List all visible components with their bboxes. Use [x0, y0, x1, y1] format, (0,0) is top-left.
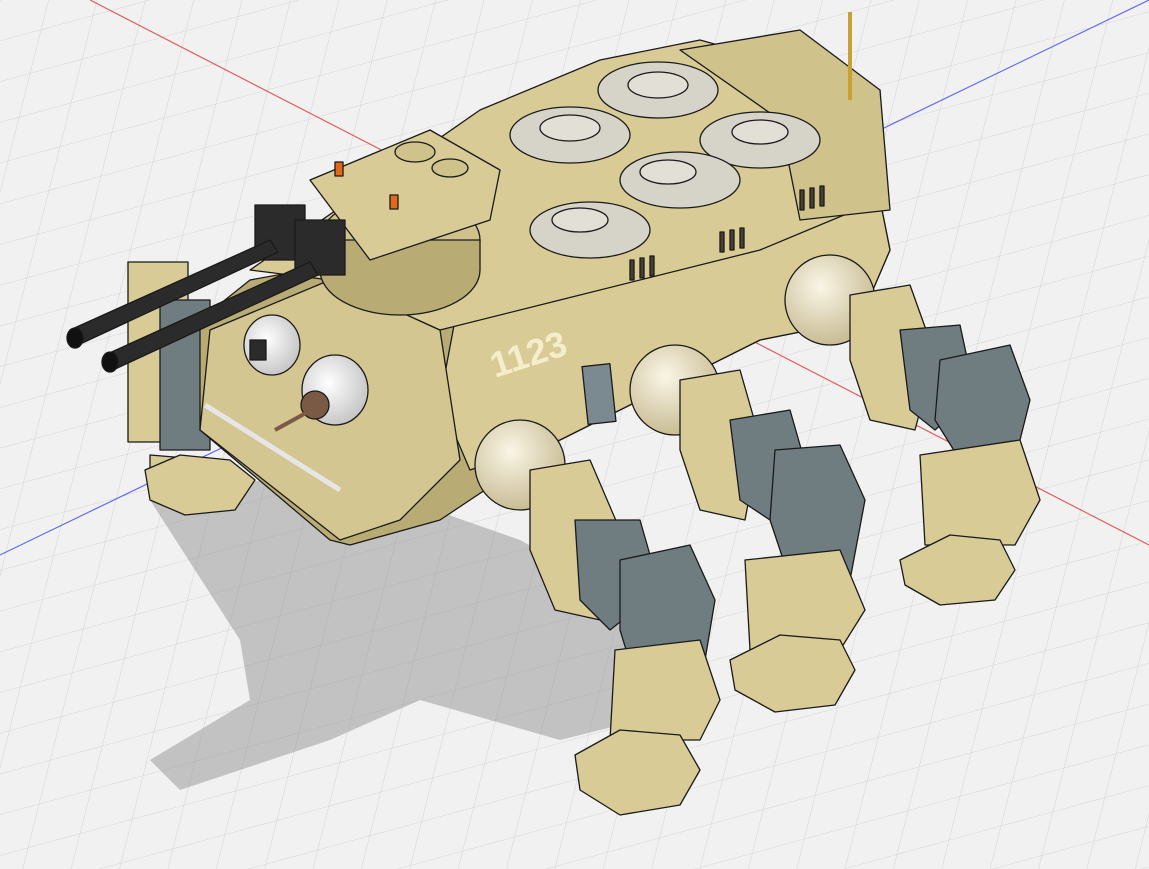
scene-canvas[interactable]: 1123: [0, 0, 1149, 869]
3d-viewport[interactable]: 1123: [0, 0, 1149, 869]
side-window: [581, 363, 617, 425]
